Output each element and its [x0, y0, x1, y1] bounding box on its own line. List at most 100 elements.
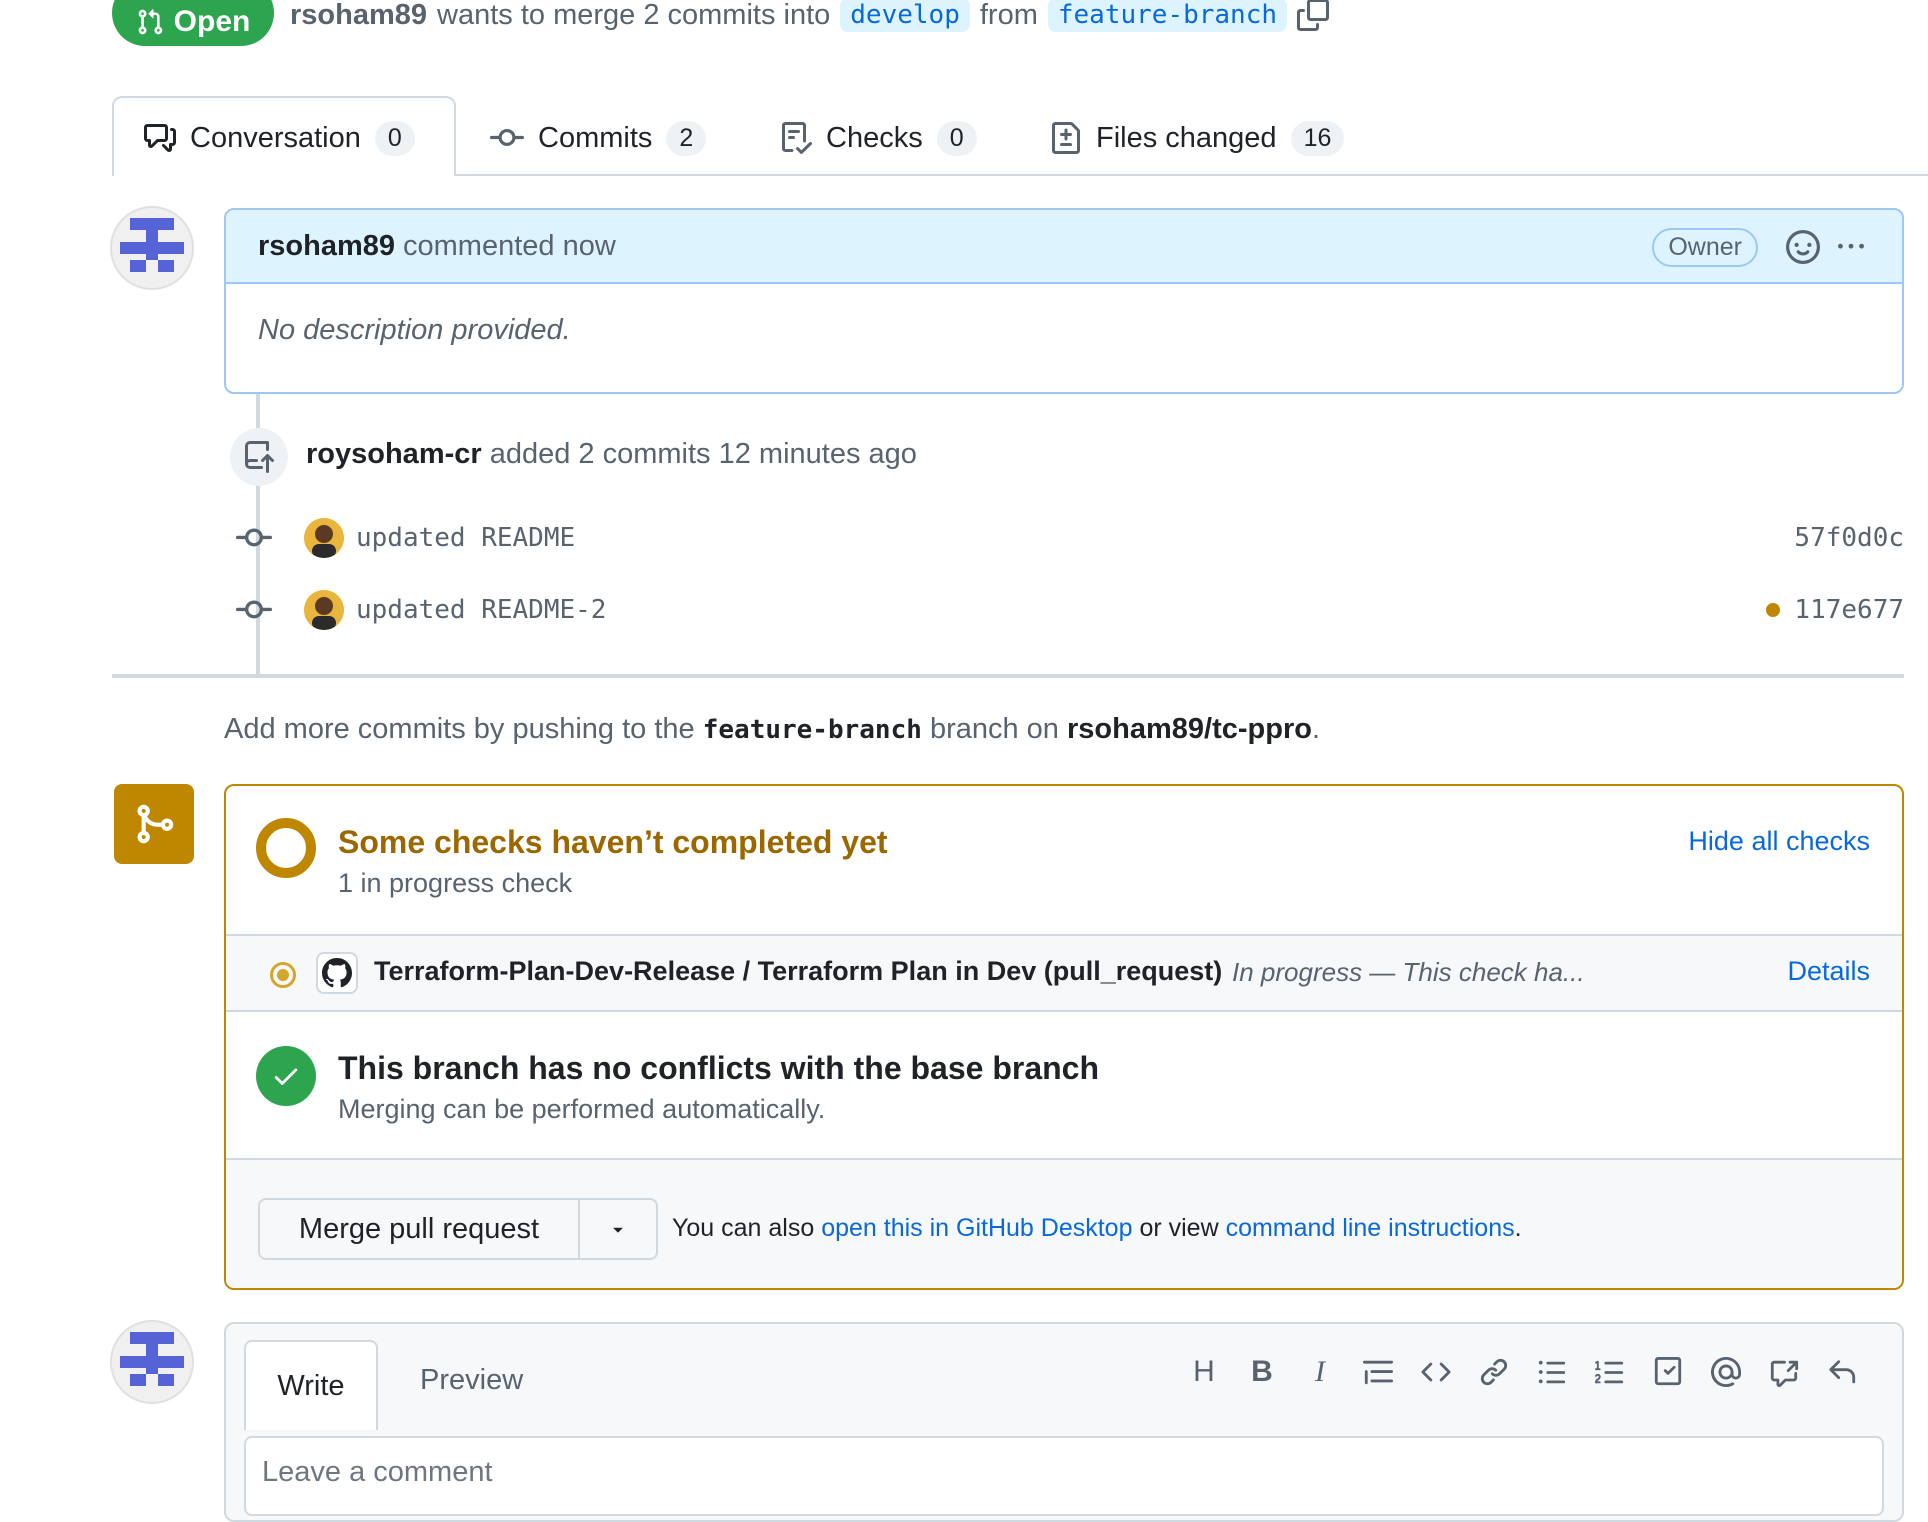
bold-icon[interactable]: B — [1246, 1355, 1278, 1388]
tab-files-label: Files changed — [1096, 121, 1277, 154]
checks-summary-section: Some checks haven’t completed yet 1 in p… — [226, 786, 1902, 936]
from-text: from — [979, 0, 1038, 31]
check-details-link[interactable]: Details — [1787, 956, 1870, 987]
github-desktop-link[interactable]: open this in GitHub Desktop — [821, 1214, 1132, 1242]
quote-icon[interactable] — [1362, 1356, 1394, 1388]
pr-author-link[interactable]: rsoham89 — [290, 0, 427, 30]
comment-discussion-icon — [144, 124, 176, 152]
merge-pull-request-button[interactable]: Merge pull request — [260, 1200, 580, 1258]
also-prefix: You can also — [672, 1214, 815, 1242]
commit-sha-text[interactable]: 117e677 — [1794, 595, 1904, 625]
or-view-text: or view — [1139, 1214, 1219, 1242]
check-circle-icon — [256, 1046, 316, 1106]
push-badge — [230, 428, 288, 486]
merge-button-group: Merge pull request — [258, 1198, 658, 1260]
pending-ring-icon — [256, 818, 316, 878]
comment-action: commented now — [403, 229, 616, 262]
pr-state-badge: Open — [112, 0, 274, 46]
pr-description-comment: rsoham89 commented now Owner No descript… — [224, 208, 1904, 394]
tab-files-count: 16 — [1290, 120, 1345, 156]
committer-avatar[interactable] — [304, 518, 344, 558]
push-actor[interactable]: roysoham-cr — [306, 438, 482, 470]
tab-checks-count: 0 — [936, 120, 977, 156]
tab-checks-label: Checks — [826, 121, 923, 154]
checks-subtitle: 1 in progress check — [338, 868, 573, 898]
avatar[interactable] — [110, 206, 194, 290]
user-photo-icon — [304, 590, 344, 630]
tab-commits[interactable]: Commits 2 — [490, 110, 707, 166]
italic-icon[interactable]: I — [1304, 1355, 1336, 1388]
avatar[interactable] — [110, 1320, 194, 1404]
checks-title: Some checks haven’t completed yet — [338, 824, 888, 860]
conflict-subtitle: Merging can be performed automatically. — [338, 1094, 826, 1124]
timeline-divider — [112, 674, 1904, 678]
merge-method-dropdown[interactable] — [580, 1200, 656, 1258]
owner-badge: Owner — [1652, 228, 1758, 267]
merge-box: Some checks haven’t completed yet 1 in p… — [224, 784, 1904, 1290]
commit-row: updated README-2 117e677 — [236, 588, 1904, 632]
tab-commits-count: 2 — [666, 120, 707, 156]
pr-state-label: Open — [173, 5, 251, 38]
github-mark-icon — [322, 958, 352, 988]
comment-textarea[interactable]: Leave a comment — [244, 1436, 1884, 1516]
tab-checks[interactable]: Checks 0 — [780, 110, 977, 166]
checklist-icon — [782, 122, 812, 154]
repo-push-icon — [245, 441, 274, 473]
conflict-section: This branch has no conflicts with the ba… — [226, 1012, 1902, 1160]
git-commit-icon — [236, 528, 272, 547]
commit-message[interactable]: updated README — [356, 523, 575, 553]
push-hint: Add more commits by pushing to the featu… — [224, 713, 1320, 746]
link-icon[interactable] — [1478, 1356, 1510, 1388]
code-icon[interactable] — [1420, 1356, 1452, 1388]
git-commit-icon — [490, 128, 524, 146]
merge-status-badge — [114, 784, 194, 864]
smiley-icon[interactable] — [1786, 230, 1820, 264]
check-icon — [274, 1068, 298, 1085]
push-description: added 2 commits 12 minutes ago — [489, 438, 917, 470]
commit-message[interactable]: updated README-2 — [356, 595, 606, 625]
alternatives-suffix: . — [1514, 1214, 1522, 1242]
merge-text: wants to merge 2 commits into — [437, 0, 831, 31]
write-tab[interactable]: Write — [244, 1340, 378, 1430]
hide-checks-link[interactable]: Hide all checks — [1688, 826, 1870, 857]
base-branch[interactable]: develop — [840, 0, 970, 32]
committer-avatar[interactable] — [304, 590, 344, 630]
tasklist-icon[interactable] — [1652, 1356, 1684, 1388]
pending-status-dot-icon[interactable] — [1766, 603, 1781, 617]
head-branch[interactable]: feature-branch — [1047, 0, 1288, 32]
kebab-horizontal-icon[interactable] — [1834, 234, 1868, 260]
check-name: Terraform-Plan-Dev-Release / Terraform P… — [374, 956, 1223, 986]
commit-sha-text[interactable]: 57f0d0c — [1794, 523, 1904, 553]
check-row: Terraform-Plan-Dev-Release / Terraform P… — [226, 936, 1902, 1012]
commit-row: updated README 57f0d0c — [236, 516, 1904, 560]
identicon-icon — [120, 1332, 184, 1386]
mention-icon[interactable] — [1710, 1356, 1742, 1388]
unordered-list-icon[interactable] — [1536, 1356, 1568, 1388]
identicon-icon — [120, 218, 184, 272]
pr-merge-summary: rsoham89 wants to merge 2 commits into d… — [290, 0, 1330, 32]
command-line-link[interactable]: command line instructions — [1226, 1214, 1515, 1242]
reply-icon[interactable] — [1826, 1356, 1858, 1388]
comment-author[interactable]: rsoham89 — [258, 230, 395, 263]
comment-body: No description provided. — [258, 314, 571, 346]
triangle-down-icon — [613, 1227, 623, 1233]
cross-reference-icon[interactable] — [1768, 1356, 1800, 1388]
markdown-toolbar: H B I — [1188, 1355, 1858, 1388]
ordered-list-icon[interactable] — [1594, 1356, 1626, 1388]
tab-conversation-label: Conversation — [190, 121, 361, 154]
hint-middle: branch on — [929, 713, 1059, 745]
tab-files-changed[interactable]: Files changed 16 — [1050, 110, 1345, 166]
copy-icon[interactable] — [1297, 0, 1330, 31]
file-diff-icon — [1052, 122, 1080, 154]
tab-commits-label: Commits — [538, 121, 653, 154]
preview-tab[interactable]: Preview — [420, 1364, 523, 1397]
merge-alternatives: You can also open this in GitHub Desktop… — [672, 1214, 1522, 1243]
commit-sha[interactable]: 117e677 — [1766, 595, 1904, 625]
hint-branch: feature-branch — [702, 715, 922, 745]
tab-conversation[interactable]: Conversation 0 — [144, 110, 415, 166]
commit-sha[interactable]: 57f0d0c — [1794, 523, 1904, 553]
git-pull-request-icon — [138, 9, 162, 35]
hint-repo[interactable]: rsoham89/tc-ppro — [1067, 713, 1312, 745]
push-event-text: roysoham-cr added 2 commits 12 minutes a… — [306, 438, 917, 471]
heading-icon[interactable]: H — [1188, 1355, 1220, 1388]
